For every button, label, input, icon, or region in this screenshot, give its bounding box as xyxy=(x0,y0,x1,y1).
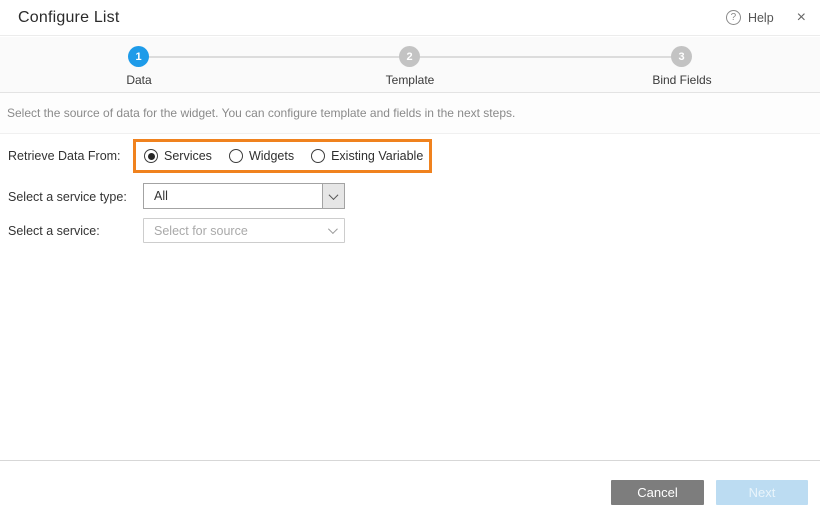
dialog-title: Configure List xyxy=(18,9,120,27)
radio-services[interactable]: Services xyxy=(144,149,212,163)
dialog-footer: Cancel Next xyxy=(0,460,820,520)
chevron-down-icon xyxy=(328,224,338,234)
step-label-data: Data xyxy=(79,73,199,87)
next-button[interactable]: Next xyxy=(716,480,808,505)
radio-existing-variable-label: Existing Variable xyxy=(331,149,423,163)
service-select[interactable]: Select for source xyxy=(143,218,345,243)
radio-widgets-circle[interactable] xyxy=(229,149,243,163)
step-label-template: Template xyxy=(350,73,470,87)
radio-widgets-label: Widgets xyxy=(249,149,294,163)
service-label: Select a service: xyxy=(8,224,100,238)
retrieve-data-from-label: Retrieve Data From: xyxy=(8,149,121,163)
service-select-placeholder: Select for source xyxy=(144,224,248,238)
close-icon[interactable]: × xyxy=(797,10,806,26)
wizard-stepper: 1 2 3 Data Template Bind Fields xyxy=(0,37,820,93)
configure-list-dialog: { "header": { "title": "Configure List",… xyxy=(0,0,820,520)
radio-services-label: Services xyxy=(164,149,212,163)
help-icon[interactable]: ? xyxy=(726,10,741,25)
step-description: Select the source of data for the widget… xyxy=(0,93,820,134)
radio-widgets[interactable]: Widgets xyxy=(229,149,294,163)
help-button[interactable]: Help xyxy=(748,11,774,25)
service-type-selected-value: All xyxy=(144,189,168,203)
step-circle-bind-fields[interactable]: 3 xyxy=(671,46,692,67)
service-type-select[interactable]: All xyxy=(143,183,345,209)
titlebar-actions: ? Help × xyxy=(726,10,806,26)
cancel-button[interactable]: Cancel xyxy=(611,480,704,505)
data-source-radio-group: Services Widgets Existing Variable xyxy=(144,148,423,164)
radio-services-circle[interactable] xyxy=(144,149,158,163)
step-circle-template[interactable]: 2 xyxy=(399,46,420,67)
chevron-down-icon xyxy=(329,190,339,200)
service-type-label: Select a service type: xyxy=(8,190,127,204)
radio-existing-variable-circle[interactable] xyxy=(311,149,325,163)
service-type-dropdown-button[interactable] xyxy=(322,184,344,208)
dialog-titlebar: Configure List ? Help × xyxy=(0,0,820,36)
step-circle-data[interactable]: 1 xyxy=(128,46,149,67)
radio-existing-variable[interactable]: Existing Variable xyxy=(311,149,423,163)
step-label-bind-fields: Bind Fields xyxy=(622,73,742,87)
